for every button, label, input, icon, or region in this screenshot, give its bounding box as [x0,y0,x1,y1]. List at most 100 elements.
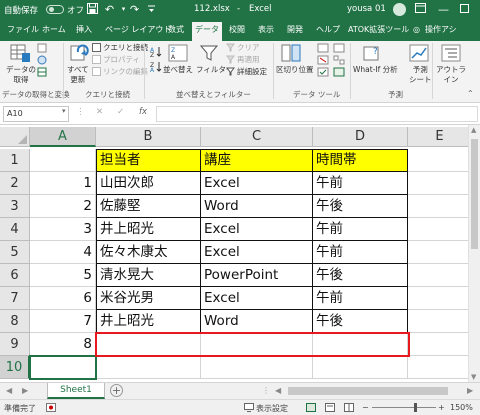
column-header-d[interactable]: D [313,127,408,147]
column-header-c[interactable]: C [201,127,313,147]
scrollbar-thumb[interactable] [471,139,478,249]
redo-icon[interactable]: ↷ [128,3,141,16]
page-break-view-icon[interactable] [344,403,354,414]
cell-c6[interactable]: PowerPoint [201,264,313,287]
zoom-slider[interactable] [372,407,436,408]
cell-c8[interactable]: Word [201,310,313,333]
cell-d6[interactable]: 午後 [313,264,408,287]
reapply-button[interactable]: 再適用 [237,55,260,65]
cell-e3[interactable] [408,195,468,218]
row-header-7[interactable]: 7 [0,287,30,310]
tab-developer[interactable]: 開発 [284,23,306,41]
cell-e5[interactable] [408,241,468,264]
column-header-a[interactable]: A [30,127,96,147]
save-icon[interactable] [86,3,99,16]
cell-c7[interactable]: Excel [201,287,313,310]
column-header-b[interactable]: B [96,127,201,147]
advanced-filter-button[interactable]: 詳細設定 [237,67,267,77]
cell-a8[interactable]: 7 [30,310,96,333]
cell-d10[interactable] [313,356,408,379]
what-if-button[interactable]: What-If 分析 [353,65,398,75]
forecast-sheet-icon[interactable] [409,44,429,65]
worksheet-grid[interactable]: A B C D E 1 2 3 4 5 6 7 8 9 10 担当者 講座 時間… [0,125,468,382]
row-header-8[interactable]: 8 [0,310,30,333]
cell-b10[interactable] [96,356,201,379]
cell-e8[interactable] [408,310,468,333]
data-validation-icon[interactable] [317,67,329,80]
outline-button[interactable]: アウトラ イン [436,65,466,85]
cancel-icon[interactable]: ✕ [96,107,103,117]
cell-a7[interactable]: 6 [30,287,96,310]
scroll-up-icon[interactable]: ▲ [471,126,476,134]
cell-b5[interactable]: 佐々木康太 [96,241,201,264]
zoom-in-icon[interactable]: + [438,403,445,412]
tab-page-layout[interactable]: ページ レイアウト [102,23,174,41]
text-to-columns-icon[interactable] [281,44,301,65]
what-if-icon[interactable]: ? [363,44,383,65]
tab-view[interactable]: 表示 [255,23,277,41]
cell-e7[interactable] [408,287,468,310]
sort-desc-icon[interactable]: ZA [150,61,164,75]
add-sheet-icon[interactable]: + [110,384,123,397]
sort-icon[interactable]: ZA [168,44,188,65]
cell-a4[interactable]: 3 [30,218,96,241]
clear-button[interactable]: クリア [237,43,260,53]
tab-data[interactable]: データ [192,22,222,41]
filter-icon[interactable] [199,44,219,65]
cell-d4[interactable]: 午前 [313,218,408,241]
zoom-level[interactable]: 150% [450,403,473,412]
autosave-toggle[interactable] [46,5,64,14]
tab-insert[interactable]: 挿入 [73,23,95,41]
cell-c4[interactable]: Excel [201,218,313,241]
user-avatar[interactable] [393,3,406,16]
cell-c3[interactable]: Word [201,195,313,218]
display-settings-button[interactable]: 表示設定 [256,403,288,414]
queries-connections-button[interactable]: クエリと接続 [103,43,148,53]
properties-button[interactable]: プロパティ [103,55,140,65]
row-header-4[interactable]: 4 [0,218,30,241]
undo-icon[interactable]: ↶ [103,3,116,16]
normal-view-icon[interactable] [306,403,316,414]
cell-d3[interactable]: 午後 [313,195,408,218]
row-header-2[interactable]: 2 [0,172,30,195]
zoom-out-icon[interactable]: − [362,403,369,412]
tab-help[interactable]: ヘルプ [313,23,343,41]
customize-toolbar-icon[interactable] [145,3,158,16]
cell-c10[interactable] [201,356,313,379]
cell-a6[interactable]: 5 [30,264,96,287]
prev-sheet-icon[interactable]: ◀ [6,386,12,395]
get-data-button[interactable]: データの 取得 [6,65,36,85]
cell-d1[interactable]: 時間帯 [313,149,408,172]
edit-links-button[interactable]: リンクの編集 [103,67,148,77]
cell-d5[interactable]: 午前 [313,241,408,264]
tab-file[interactable]: ファイル [4,23,42,41]
cell-a3[interactable]: 2 [30,195,96,218]
row-header-10[interactable]: 10 [0,356,30,379]
tab-atok-tools[interactable]: ATOK拡張ツール [345,23,412,41]
cell-e1[interactable] [408,149,468,172]
from-table-icon[interactable] [37,67,47,80]
cell-e10[interactable] [408,356,468,379]
hscroll-right-icon[interactable]: ▶ [467,386,473,395]
cell-d2[interactable]: 午前 [313,172,408,195]
scroll-down-icon[interactable]: ▼ [471,373,476,381]
maximize-icon[interactable] [458,3,471,16]
cell-c5[interactable]: Excel [201,241,313,264]
row-header-9[interactable]: 9 [0,333,30,356]
cell-b2[interactable]: 山田次郎 [96,172,201,195]
minimize-icon[interactable]: — [437,3,450,16]
vertical-scrollbar[interactable]: ▲ ▼ [468,125,480,382]
name-box[interactable]: A10 [3,106,69,122]
name-box-dropdown-icon[interactable]: ▾ [62,107,66,115]
cell-e6[interactable] [408,264,468,287]
cell-b3[interactable]: 佐藤堅 [96,195,201,218]
tab-formulas[interactable]: 数式 [165,23,187,41]
column-header-e[interactable]: E [408,127,468,147]
hscroll-left-icon[interactable]: ◀ [275,386,281,395]
zoom-slider-handle[interactable] [414,403,417,412]
page-layout-view-icon[interactable] [325,403,335,414]
macro-record-icon[interactable] [46,403,56,414]
horizontal-scrollbar-thumb[interactable] [288,387,448,395]
cell-b6[interactable]: 清水晃大 [96,264,201,287]
get-data-icon[interactable] [9,43,31,66]
